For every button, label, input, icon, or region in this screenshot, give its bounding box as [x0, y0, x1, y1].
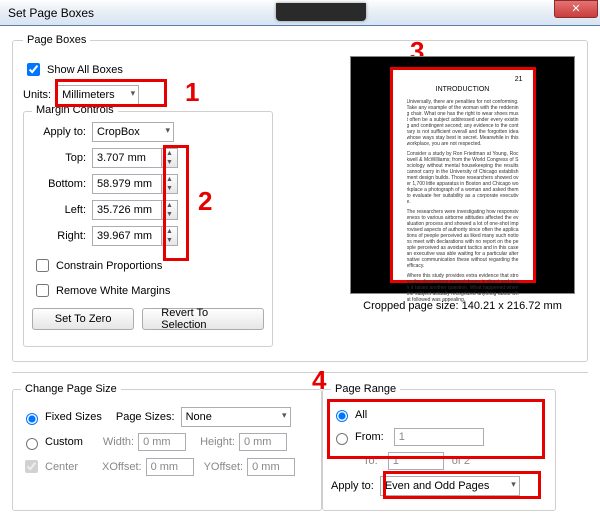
preview-text: Universally, there are penalties for not… — [407, 99, 519, 147]
change-page-size-legend: Change Page Size — [21, 383, 121, 395]
range-apply-to-select[interactable]: Even and Odd Pages — [380, 476, 520, 496]
xoffset-input[interactable]: 0 mm — [146, 458, 194, 476]
range-apply-to-label: Apply to: — [331, 480, 374, 492]
range-from-radio[interactable] — [336, 433, 348, 445]
range-of-label: of 2 — [452, 455, 470, 467]
custom-radio[interactable] — [26, 438, 38, 450]
margin-left-input[interactable]: 35.726 mm — [92, 200, 162, 220]
margin-top-label: Top: — [32, 152, 92, 164]
margin-left-spinner[interactable]: ▲▼ — [162, 200, 178, 220]
chevron-down-icon: ▼ — [162, 210, 177, 219]
preview-text: Where this study provides extra evidence… — [407, 273, 519, 303]
preview-page: 21 INTRODUCTION Universally, there are p… — [393, 70, 533, 280]
set-to-zero-button[interactable]: Set To Zero — [32, 308, 134, 330]
close-icon: ✕ — [571, 2, 580, 15]
center-checkbox — [25, 460, 38, 473]
yoffset-input[interactable]: 0 mm — [247, 458, 295, 476]
range-from-label: From: — [355, 431, 384, 443]
chevron-down-icon: ▼ — [162, 184, 177, 193]
range-all-radio[interactable] — [336, 410, 348, 422]
window-title: Set Page Boxes — [8, 6, 196, 20]
preview-frame: 21 INTRODUCTION Universally, there are p… — [350, 56, 575, 294]
remove-white-margins-checkbox[interactable] — [36, 284, 49, 297]
constrain-proportions-label: Constrain Proportions — [56, 260, 162, 272]
fixed-sizes-radio[interactable] — [26, 413, 38, 425]
units-label: Units: — [23, 89, 51, 101]
page-boxes-group: Page Boxes Show All Boxes Units: Millime… — [12, 34, 588, 362]
margin-bottom-input[interactable]: 58.979 mm — [92, 174, 162, 194]
height-label: Height: — [200, 436, 235, 448]
chevron-up-icon: ▲ — [162, 175, 177, 184]
marker-1: 1 — [185, 77, 199, 108]
margin-left-label: Left: — [32, 204, 92, 216]
titlebar-shadow — [276, 3, 366, 21]
margin-right-label: Right: — [32, 230, 92, 242]
chevron-up-icon: ▲ — [162, 149, 177, 158]
chevron-up-icon: ▲ — [162, 201, 177, 210]
margin-apply-to-select[interactable]: CropBox — [92, 122, 174, 142]
width-input[interactable]: 0 mm — [138, 433, 186, 451]
range-from-input[interactable]: 1 — [394, 428, 484, 446]
xoffset-label: XOffset: — [102, 461, 142, 473]
margin-apply-to-value: CropBox — [97, 126, 140, 138]
custom-label: Custom — [45, 436, 83, 448]
units-select[interactable]: Millimeters — [57, 85, 139, 105]
close-button[interactable]: ✕ — [554, 0, 598, 18]
range-to-input: 1 — [388, 452, 444, 470]
center-label: Center — [45, 461, 78, 473]
margin-bottom-label: Bottom: — [32, 178, 92, 190]
page-sizes-select[interactable]: None — [181, 407, 291, 427]
units-value: Millimeters — [62, 89, 115, 101]
fixed-sizes-label: Fixed Sizes — [45, 411, 102, 423]
page-range-group: Page Range All From: 1 To: 1 of 2 Apply … — [322, 383, 556, 511]
margin-top-spinner[interactable]: ▲▼ — [162, 148, 178, 168]
show-all-boxes-label: Show All Boxes — [47, 64, 123, 76]
height-input[interactable]: 0 mm — [239, 433, 287, 451]
page-sizes-label: Page Sizes: — [116, 411, 175, 423]
margin-top-input[interactable]: 3.707 mm — [92, 148, 162, 168]
yoffset-label: YOffset: — [204, 461, 244, 473]
preview-page-heading: INTRODUCTION — [407, 86, 519, 93]
page-boxes-legend: Page Boxes — [23, 34, 90, 46]
page-range-legend: Page Range — [331, 383, 400, 395]
title-bar: Set Page Boxes ✕ — [0, 0, 600, 26]
margin-controls-legend: Margin Controls — [32, 104, 118, 116]
preview-text: Consider a study by Ron Friedman at Youn… — [407, 151, 519, 205]
chevron-down-icon: ▼ — [162, 236, 177, 245]
preview-pane: 3 21 INTRODUCTION Universally, there are… — [350, 56, 575, 312]
margin-bottom-spinner[interactable]: ▲▼ — [162, 174, 178, 194]
range-all-label: All — [355, 409, 367, 421]
margin-right-spinner[interactable]: ▲▼ — [162, 226, 178, 246]
preview-page-number: 21 — [515, 76, 523, 83]
width-label: Width: — [103, 436, 134, 448]
margin-apply-to-label: Apply to: — [32, 126, 92, 138]
separator — [12, 372, 588, 373]
change-page-size-group: Change Page Size Fixed Sizes Page Sizes:… — [12, 383, 322, 511]
show-all-boxes-checkbox[interactable] — [27, 63, 40, 76]
chevron-down-icon: ▼ — [162, 158, 177, 167]
range-to-label: To: — [363, 455, 378, 467]
margin-controls-group: Margin Controls Apply to: CropBox Top: 3… — [23, 111, 273, 347]
chevron-up-icon: ▲ — [162, 227, 177, 236]
constrain-proportions-checkbox[interactable] — [36, 259, 49, 272]
revert-to-selection-button[interactable]: Revert To Selection — [142, 308, 264, 330]
remove-white-margins-label: Remove White Margins — [56, 285, 170, 297]
margin-right-input[interactable]: 39.967 mm — [92, 226, 162, 246]
preview-text: The researchers were investigating how r… — [407, 209, 519, 269]
